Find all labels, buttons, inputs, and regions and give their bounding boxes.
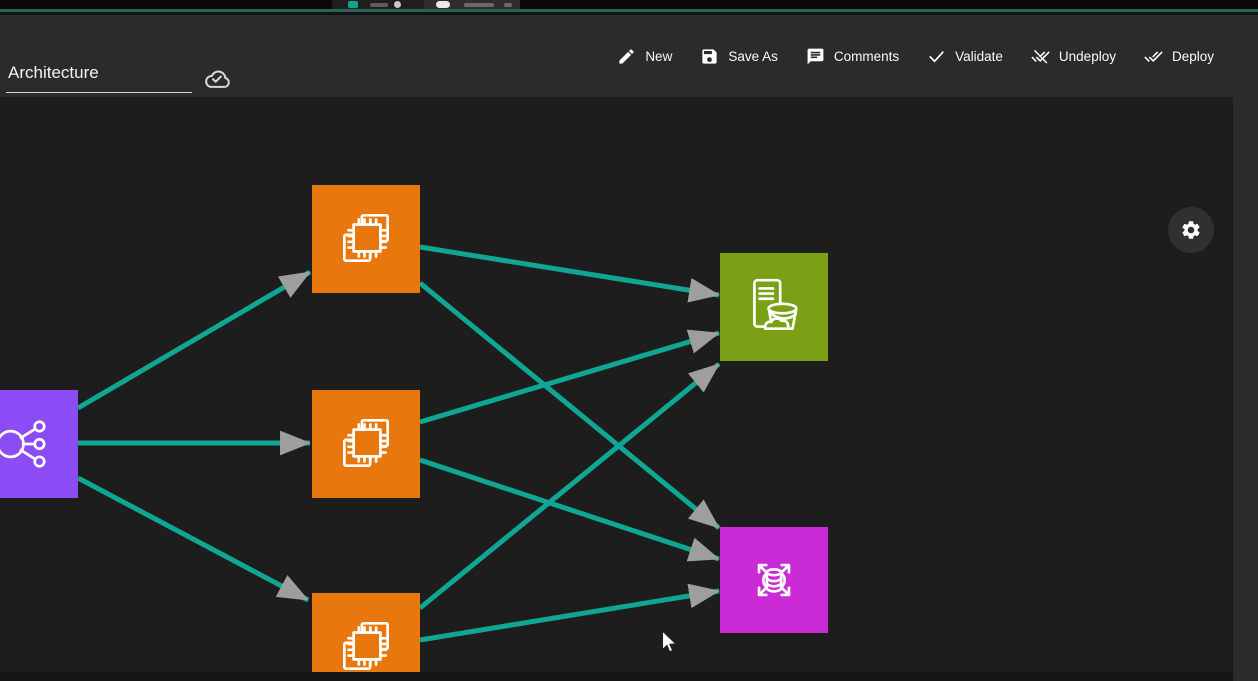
node-compute-3[interactable] <box>312 593 420 672</box>
storage-bucket-icon <box>741 274 807 340</box>
edge-layer <box>0 97 1233 672</box>
comments-icon <box>806 47 825 66</box>
toolbar-button-label: New <box>645 49 672 64</box>
edge-load-balancer-to-compute-3 <box>78 478 308 600</box>
node-compute-2[interactable] <box>312 390 420 498</box>
toolbar-button-comments[interactable]: Comments <box>806 47 899 66</box>
edge-compute-1-to-storage <box>420 247 719 295</box>
diagram-canvas[interactable] <box>0 97 1233 672</box>
edge-compute-3-to-storage <box>420 364 719 608</box>
node-database[interactable] <box>720 527 828 633</box>
save-icon <box>700 47 719 66</box>
toolbar-button-new[interactable]: New <box>617 47 672 66</box>
browser-tab-fragment-1[interactable] <box>332 0 424 9</box>
double-check-slash-icon <box>1031 47 1050 66</box>
canvas-bottom-gutter <box>0 672 1233 681</box>
tab-favicon-circle <box>436 1 450 8</box>
edge-load-balancer-to-compute-1 <box>78 272 310 408</box>
toolbar-button-undeploy[interactable]: Undeploy <box>1031 47 1116 66</box>
toolbar-button-validate[interactable]: Validate <box>927 47 1003 66</box>
toolbar-button-label: Comments <box>834 49 899 64</box>
tab-title-fragment <box>464 3 494 7</box>
toolbar-button-label: Undeploy <box>1059 49 1116 64</box>
chip-icon <box>333 411 399 477</box>
check-icon <box>927 47 946 66</box>
editor-header: New Save As Comments Validate Undeploy Deploy <box>0 15 1258 97</box>
tab-close-fragment <box>504 3 512 7</box>
node-load-balancer[interactable] <box>0 390 78 498</box>
chip-icon <box>333 206 399 272</box>
cloud-check-icon <box>202 65 232 91</box>
node-storage[interactable] <box>720 253 828 361</box>
toolbar-button-label: Save As <box>728 49 778 64</box>
toolbar-button-save-as[interactable]: Save As <box>700 47 778 66</box>
canvas-right-gutter <box>1233 97 1258 681</box>
pencil-icon <box>617 47 636 66</box>
tab-favicon-dot <box>394 1 401 8</box>
canvas-settings-button[interactable] <box>1168 207 1214 253</box>
double-check-icon <box>1144 47 1163 66</box>
node-compute-1[interactable] <box>312 185 420 293</box>
gear-icon <box>1180 219 1202 241</box>
tab-favicon-teal <box>348 1 358 8</box>
toolbar-button-deploy[interactable]: Deploy <box>1144 47 1214 66</box>
editor-toolbar: New Save As Comments Validate Undeploy Deploy <box>617 15 1214 97</box>
browser-edge-strip <box>0 0 1258 9</box>
edge-compute-2-to-database <box>420 460 719 559</box>
toolbar-button-label: Validate <box>955 49 1003 64</box>
diagram-title-input[interactable] <box>6 63 192 93</box>
edge-compute-3-to-database <box>420 591 719 640</box>
toolbar-button-label: Deploy <box>1172 49 1214 64</box>
browser-tab-fragment-2[interactable] <box>424 0 520 9</box>
tab-title-fragment <box>370 3 388 7</box>
app-window: New Save As Comments Validate Undeploy Deploy <box>0 0 1258 681</box>
edge-compute-1-to-database <box>420 283 719 528</box>
chip-icon <box>333 614 399 672</box>
load-balancer-icon <box>0 411 57 477</box>
database-scaling-icon <box>741 547 807 613</box>
